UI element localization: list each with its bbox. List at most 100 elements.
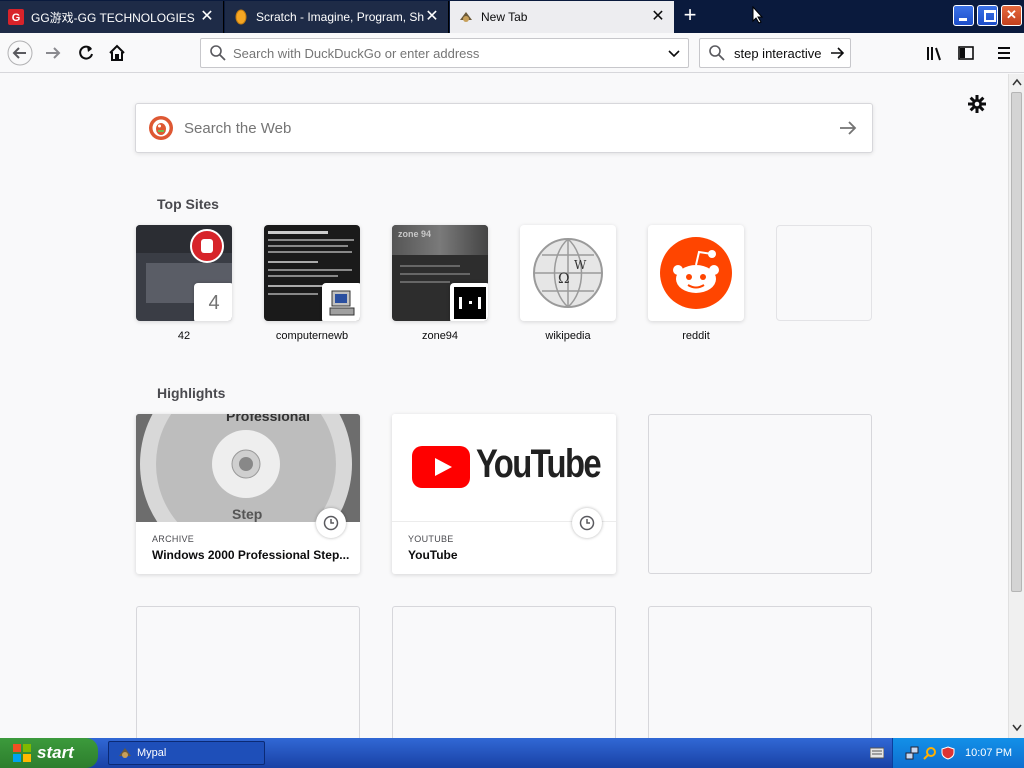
top-site-42[interactable]: 4 42 xyxy=(136,225,232,342)
duckduckgo-logo-icon xyxy=(149,116,173,140)
vertical-scrollbar[interactable] xyxy=(1008,74,1024,738)
home-icon xyxy=(109,44,125,61)
highlight-card-youtube[interactable]: YouTube YOUTUBE YouTube xyxy=(392,414,616,574)
cd-label-text: Professional xyxy=(226,414,311,424)
top-site-label: 42 xyxy=(177,330,191,342)
tab-title: Scratch - Imagine, Program, Share xyxy=(256,10,424,24)
new-tab-page: Top Sites 4 42 computernewb xyxy=(0,74,1008,738)
library-icon xyxy=(927,47,941,61)
top-site-badge: 4 xyxy=(194,283,232,321)
chevron-down-icon[interactable] xyxy=(666,45,682,61)
address-input[interactable] xyxy=(231,44,666,62)
highlight-source: ARCHIVE xyxy=(152,534,195,544)
tab-scratch[interactable]: Scratch - Imagine, Program, Share ✕ xyxy=(225,1,449,33)
tab-title: New Tab xyxy=(481,10,528,24)
search-icon xyxy=(210,45,226,61)
highlight-image: YouTube xyxy=(392,414,616,522)
highlight-placeholder xyxy=(392,606,616,738)
pong-icon xyxy=(454,287,486,319)
top-site-thumbnail: 4 xyxy=(136,225,232,321)
navigation-toolbar xyxy=(0,33,1024,73)
highlight-placeholder xyxy=(648,606,872,738)
start-button[interactable]: start xyxy=(0,738,98,768)
highlight-source: YOUTUBE xyxy=(408,534,454,544)
keyboard-icon[interactable] xyxy=(870,747,884,759)
tab-new-tab[interactable]: New Tab ✕ xyxy=(450,1,674,33)
hamburger-menu-icon xyxy=(998,47,1010,59)
clock-icon xyxy=(572,508,602,538)
svg-text:G: G xyxy=(12,12,21,24)
scroll-up-arrow-icon[interactable] xyxy=(1012,78,1022,86)
search-tray-icon[interactable] xyxy=(923,746,937,760)
search-input[interactable] xyxy=(732,44,826,62)
reload-icon xyxy=(79,45,93,60)
taskbar-item-mypal[interactable]: Mypal xyxy=(108,741,265,765)
top-site-computernewb[interactable]: computernewb xyxy=(264,225,360,342)
search-bar[interactable] xyxy=(699,38,851,68)
highlight-card-archive[interactable]: Professional Step ARCHIVE Windows 2000 P… xyxy=(136,414,360,574)
scratch-favicon-icon xyxy=(233,9,249,25)
cd-label-subtext: Step xyxy=(232,506,263,522)
restore-button[interactable] xyxy=(977,5,998,26)
top-site-label: reddit xyxy=(682,330,710,342)
address-bar[interactable] xyxy=(200,38,689,68)
gear-icon[interactable] xyxy=(967,94,987,114)
top-site-empty[interactable] xyxy=(776,225,872,330)
top-site-zone94[interactable]: zone 94 zone94 xyxy=(392,225,488,342)
sidebar-toggle-button[interactable] xyxy=(952,39,980,67)
top-site-thumbnail xyxy=(648,225,744,321)
scroll-down-arrow-icon[interactable] xyxy=(1012,724,1022,732)
close-window-button[interactable]: ✕ xyxy=(1001,5,1022,26)
youtube-wordmark: YouTube xyxy=(476,442,602,486)
top-site-thumbnail: Ω W xyxy=(520,225,616,321)
top-sites-heading: Top Sites xyxy=(157,196,219,212)
top-site-reddit[interactable]: reddit xyxy=(648,225,744,342)
close-tab-icon[interactable]: ✕ xyxy=(424,9,440,25)
search-go-arrow-icon[interactable] xyxy=(829,45,845,61)
top-site-favicon xyxy=(450,283,488,321)
windows-logo-icon xyxy=(13,744,31,762)
web-search-input[interactable] xyxy=(182,118,838,138)
tab-gg[interactable]: G GG游戏-GG TECHNOLOGIES ✕ xyxy=(0,1,224,33)
top-site-thumbnail xyxy=(264,225,360,321)
tab-title: GG游戏-GG TECHNOLOGIES xyxy=(31,10,195,25)
taskbar-item-label: Mypal xyxy=(137,747,167,759)
top-site-placeholder xyxy=(776,225,872,321)
reload-button[interactable] xyxy=(72,39,100,67)
security-shield-icon[interactable] xyxy=(941,746,955,760)
web-search-box[interactable] xyxy=(135,103,873,153)
taskbar: start Mypal 10:07 PM xyxy=(0,738,1024,768)
mypal-app-icon xyxy=(119,748,131,758)
tab-strip: G GG游戏-GG TECHNOLOGIES ✕ Scratch - Imagi… xyxy=(0,0,1024,33)
library-button[interactable] xyxy=(920,39,948,67)
stop-hand-icon xyxy=(190,229,224,263)
top-site-wikipedia[interactable]: Ω W wikipedia xyxy=(520,225,616,342)
forward-button[interactable] xyxy=(39,39,67,67)
close-tab-icon[interactable]: ✕ xyxy=(650,9,666,25)
highlight-placeholder xyxy=(648,414,872,574)
close-tab-icon[interactable]: ✕ xyxy=(199,9,215,25)
back-button[interactable] xyxy=(6,39,34,67)
reddit-logo-icon xyxy=(660,237,732,309)
minimize-button[interactable] xyxy=(953,5,974,26)
highlight-title: YouTube xyxy=(408,548,458,562)
scrollbar-thumb[interactable] xyxy=(1011,92,1022,592)
search-icon xyxy=(709,45,725,61)
top-site-label: wikipedia xyxy=(545,330,591,342)
search-submit-arrow-icon[interactable] xyxy=(838,118,858,138)
network-icon[interactable] xyxy=(905,746,919,760)
sidebar-icon xyxy=(958,46,974,60)
svg-text:Ω: Ω xyxy=(558,271,570,287)
top-site-label: zone94 xyxy=(421,330,459,342)
youtube-play-icon xyxy=(412,446,470,488)
system-tray: 10:07 PM xyxy=(892,738,1024,768)
clock-text: 10:07 PM xyxy=(965,747,1013,759)
home-button[interactable] xyxy=(103,39,131,67)
computer-icon xyxy=(329,290,355,316)
new-tab-button[interactable]: + xyxy=(676,4,704,28)
forward-arrow-icon xyxy=(46,47,61,59)
mouse-cursor-icon xyxy=(752,6,764,24)
clock-icon xyxy=(316,508,346,538)
menu-button[interactable] xyxy=(990,39,1018,67)
mypal-favicon-icon xyxy=(458,9,474,25)
